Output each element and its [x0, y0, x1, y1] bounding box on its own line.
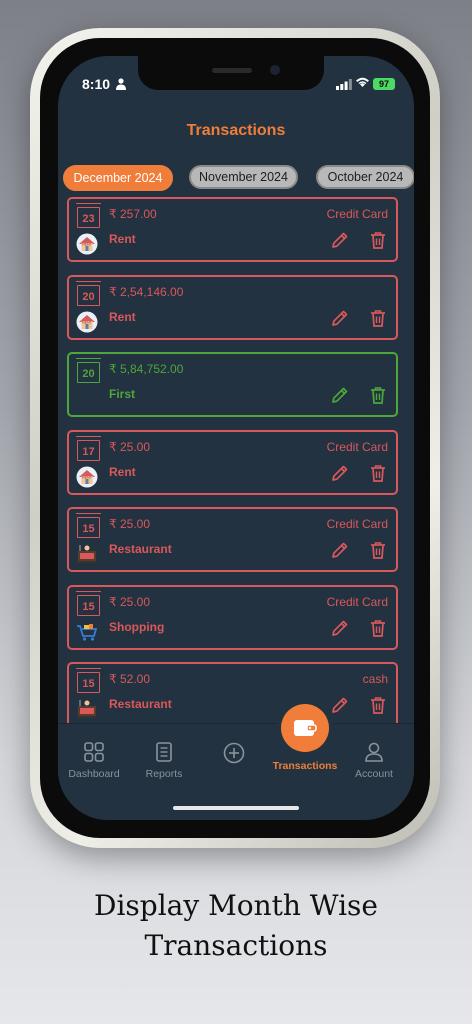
cellular-signal-icon — [336, 79, 352, 90]
svg-text:RENT: RENT — [82, 320, 92, 324]
transaction-card[interactable]: 15 ₹ 25.00 Restaurant Credit Card — [67, 507, 398, 572]
transaction-amount: ₹ 5,84,752.00 — [109, 362, 184, 376]
transaction-category: Shopping — [109, 619, 165, 634]
reports-icon — [156, 742, 172, 762]
edit-icon[interactable] — [331, 309, 349, 327]
calendar-icon: 15 — [76, 668, 101, 693]
calendar-icon: 20 — [76, 280, 101, 306]
transaction-category: Rent — [109, 464, 136, 479]
status-bar: 8:10 97 — [58, 74, 414, 94]
account-icon — [365, 742, 383, 762]
nav-transactions-label[interactable]: Transactions — [265, 760, 345, 772]
status-time: 8:10 — [82, 76, 111, 92]
calendar-icon: 17 — [76, 435, 101, 461]
add-circle-icon — [223, 742, 245, 764]
nav-dashboard-label: Dashboard — [68, 768, 120, 780]
delete-icon[interactable] — [370, 541, 386, 559]
edit-icon[interactable] — [331, 386, 349, 404]
payment-method: Credit Card — [326, 207, 388, 221]
transaction-card[interactable]: 20 ₹ 5,84,752.00 First — [67, 352, 398, 417]
transaction-category: First — [109, 387, 136, 401]
tab-november-2024[interactable]: November 2024 — [189, 165, 298, 189]
edit-icon[interactable] — [331, 464, 349, 482]
tab-december-2024[interactable]: December 2024 — [63, 165, 173, 191]
rent-house-icon: RENT — [76, 311, 98, 333]
caption-line-2: Transactions — [144, 929, 328, 962]
transaction-card[interactable]: 23 ₹ 257.00 Rent Credit Card RENT — [67, 197, 398, 262]
wifi-icon — [356, 77, 369, 87]
nav-dashboard[interactable]: Dashboard — [64, 742, 124, 780]
edit-icon[interactable] — [331, 231, 349, 249]
delete-icon[interactable] — [370, 464, 386, 482]
transaction-card[interactable]: 15 ₹ 25.00 Shopping Credit Card — [67, 584, 398, 650]
nav-reports[interactable]: Reports — [134, 742, 194, 780]
promo-caption: Display Month Wise Transactions — [0, 886, 472, 966]
speaker — [212, 68, 252, 73]
nav-account[interactable]: Account — [344, 742, 404, 780]
transaction-amount: ₹ 25.00 — [109, 439, 150, 454]
rent-house-icon: RENT — [76, 233, 98, 255]
calendar-icon: 23 — [76, 203, 101, 228]
bottom-nav: Dashboard Reports Transactions Account — [58, 704, 414, 820]
transaction-category: Rent — [109, 309, 136, 324]
payment-method: cash — [362, 672, 388, 686]
transaction-amount: ₹ 52.00 — [109, 672, 150, 686]
wallet-icon — [294, 720, 317, 736]
delete-icon[interactable] — [370, 696, 386, 714]
calendar-icon: 15 — [76, 590, 101, 616]
edit-icon[interactable] — [331, 541, 349, 559]
transaction-category: Rent — [109, 232, 136, 246]
calendar-icon: 20 — [76, 358, 101, 383]
nav-add[interactable] — [204, 742, 264, 770]
battery-indicator: 97 — [373, 78, 395, 90]
transaction-category: Restaurant — [109, 542, 172, 556]
transaction-card[interactable]: 15 ₹ 52.00 Restaurant cash — [67, 662, 398, 727]
app-screen: 8:10 97 Transactions December 2024 Novem… — [58, 56, 414, 820]
shopping-cart-icon — [76, 621, 98, 643]
svg-text:RENT: RENT — [82, 243, 92, 247]
person-icon — [116, 78, 126, 90]
transaction-amount: ₹ 2,54,146.00 — [109, 284, 184, 299]
transaction-amount: ₹ 25.00 — [109, 594, 150, 609]
caption-line-1: Display Month Wise — [94, 889, 378, 922]
dashboard-icon — [84, 742, 104, 762]
transaction-amount: ₹ 257.00 — [109, 207, 157, 221]
edit-icon[interactable] — [331, 619, 349, 637]
delete-icon[interactable] — [370, 619, 386, 637]
restaurant-icon — [76, 543, 98, 565]
home-indicator — [173, 806, 299, 810]
transaction-amount: ₹ 25.00 — [109, 517, 150, 531]
month-tabs: December 2024 November 2024 October 2024 — [63, 165, 414, 191]
transactions-fab[interactable] — [281, 704, 329, 752]
transaction-card[interactable]: 17 ₹ 25.00 Rent Credit Card RENT — [67, 429, 398, 495]
transaction-card[interactable]: 20 ₹ 2,54,146.00 Rent RENT — [67, 274, 398, 340]
payment-method: Credit Card — [326, 594, 388, 609]
delete-icon[interactable] — [370, 386, 386, 404]
payment-method: Credit Card — [326, 517, 388, 531]
delete-icon[interactable] — [370, 231, 386, 249]
page-title: Transactions — [186, 122, 286, 139]
payment-method: Credit Card — [326, 439, 388, 454]
tab-october-2024[interactable]: October 2024 — [316, 165, 414, 189]
edit-icon[interactable] — [331, 696, 349, 714]
restaurant-icon — [76, 698, 98, 720]
nav-reports-label: Reports — [145, 768, 183, 780]
transaction-category: Restaurant — [109, 697, 172, 711]
calendar-icon: 15 — [76, 513, 101, 538]
rent-house-icon: RENT — [76, 466, 98, 488]
nav-account-label: Account — [355, 768, 393, 780]
svg-text:RENT: RENT — [82, 475, 92, 479]
delete-icon[interactable] — [370, 309, 386, 327]
